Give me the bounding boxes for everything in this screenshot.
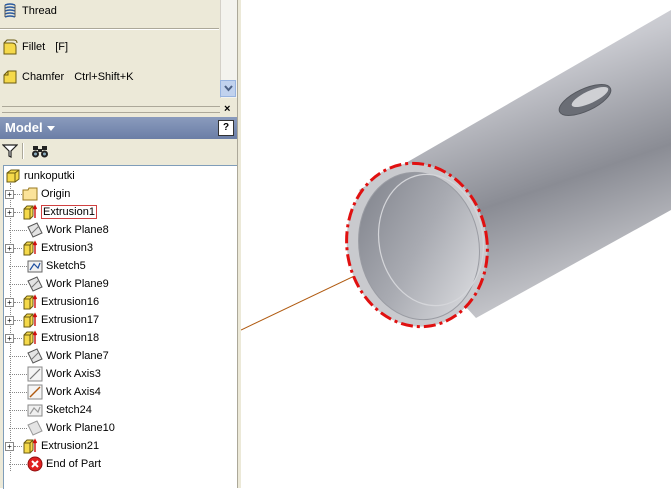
model-tree: runkoputki + Origin + Extrusion1 Work Pl…	[3, 165, 238, 489]
thread-icon	[4, 3, 16, 18]
fillet-tool[interactable]: Fillet [F]	[2, 37, 68, 57]
tree-item-label: Extrusion18	[41, 332, 100, 344]
tree-item-extrusion17[interactable]: + Extrusion17	[4, 311, 99, 329]
tree-item-workplane9[interactable]: Work Plane9	[4, 275, 109, 293]
part-icon	[6, 169, 20, 183]
tree-item-label: Sketch5	[46, 260, 86, 272]
tree-item-workplane7[interactable]: Work Plane7	[4, 347, 109, 365]
tree-item-origin[interactable]: + Origin	[4, 185, 70, 203]
tree-item-extrusion21[interactable]: + Extrusion21	[4, 437, 99, 455]
chevron-down-icon	[223, 85, 233, 92]
tube-model[interactable]	[240, 0, 671, 488]
tree-item-label: Work Plane7	[46, 350, 109, 362]
extrusion-icon	[23, 294, 38, 310]
tree-item-extrusion1[interactable]: + Extrusion1	[4, 203, 97, 221]
fillet-label: Fillet	[22, 41, 46, 53]
tree-item-workplane10[interactable]: Work Plane10	[4, 419, 115, 437]
expand-icon[interactable]: +	[5, 243, 14, 253]
tree-item-label: Work Plane10	[46, 422, 115, 434]
end-of-part-icon	[27, 456, 43, 472]
model-title[interactable]: Model	[5, 120, 43, 135]
expand-icon[interactable]: +	[5, 297, 14, 307]
extrusion-icon	[23, 204, 38, 220]
expand-icon[interactable]: +	[5, 441, 14, 451]
expand-icon[interactable]: +	[5, 189, 14, 199]
chamfer-tool[interactable]: Chamfer Ctrl+Shift+K	[2, 67, 134, 87]
tree-item-sketch5[interactable]: Sketch5	[4, 257, 86, 275]
toolbar-separator	[22, 143, 24, 159]
work-axis-icon	[27, 384, 43, 400]
chamfer-icon	[3, 70, 17, 84]
tool-separator	[0, 28, 219, 30]
browser-toolbar	[0, 140, 240, 164]
sketch-icon	[27, 404, 43, 417]
help-button[interactable]: ?	[218, 120, 234, 136]
thread-label: Thread	[22, 5, 57, 17]
fillet-icon	[3, 39, 18, 55]
thread-tool[interactable]: Thread	[2, 1, 57, 21]
tree-item-label: Sketch24	[46, 404, 92, 416]
folder-icon	[22, 187, 38, 201]
sketch-icon	[27, 260, 43, 273]
browser-panel: Thread Fillet [F] Chamfer Ctrl+Shift+K ×…	[0, 0, 240, 489]
extrusion-icon	[23, 312, 38, 328]
extrusion-icon	[23, 330, 38, 346]
filter-icon[interactable]	[2, 143, 18, 159]
model-header[interactable]: Model	[0, 117, 240, 139]
extrusion-icon	[23, 438, 38, 454]
work-plane-icon	[27, 222, 43, 238]
close-icon[interactable]: ×	[224, 103, 230, 115]
dropdown-caret-icon[interactable]	[47, 126, 55, 131]
tree-root-label: runkoputki	[24, 170, 75, 182]
tree-item-label: Work Plane8	[46, 224, 109, 236]
tree-item-sketch24[interactable]: Sketch24	[4, 401, 92, 419]
extrusion-icon	[23, 240, 38, 256]
tree-item-label: Work Axis3	[46, 368, 101, 380]
tree-item-extrusion18[interactable]: + Extrusion18	[4, 329, 99, 347]
binoculars-icon[interactable]	[31, 143, 49, 159]
work-plane-icon	[27, 420, 43, 436]
tree-item-label: Work Axis4	[46, 386, 101, 398]
tree-item-label: Origin	[41, 188, 71, 200]
expand-icon[interactable]: +	[5, 207, 14, 217]
tree-root[interactable]: runkoputki	[5, 167, 75, 185]
expand-icon[interactable]: +	[5, 315, 14, 325]
tree-item-workaxis3[interactable]: Work Axis3	[4, 365, 101, 383]
tree-item-label: Extrusion16	[41, 296, 100, 308]
tree-item-workaxis4[interactable]: Work Axis4	[4, 383, 101, 401]
tree-item-label: Work Plane9	[46, 278, 109, 290]
tree-item-label: Extrusion1	[41, 205, 97, 219]
tool-panel: Thread Fillet [F] Chamfer Ctrl+Shift+K	[0, 0, 220, 100]
work-plane-icon	[27, 276, 43, 292]
fillet-shortcut: [F]	[55, 41, 69, 53]
tree-item-label: Extrusion21	[41, 440, 100, 452]
tree-item-workplane8[interactable]: Work Plane8	[4, 221, 109, 239]
splitter-grip[interactable]	[2, 106, 220, 113]
scroll-down-button[interactable]	[220, 80, 236, 97]
work-axis-icon	[27, 366, 43, 382]
tree-item-label: Extrusion3	[41, 242, 93, 254]
chamfer-label: Chamfer	[22, 71, 65, 83]
chamfer-shortcut: Ctrl+Shift+K	[74, 71, 134, 83]
tree-item-label: End of Part	[46, 458, 102, 470]
work-plane-icon	[27, 348, 43, 364]
tree-item-extrusion3[interactable]: + Extrusion3	[4, 239, 93, 257]
expand-icon[interactable]: +	[5, 333, 14, 343]
tree-item-extrusion16[interactable]: + Extrusion16	[4, 293, 99, 311]
tree-item-end-of-part[interactable]: End of Part	[4, 455, 101, 473]
graphics-viewport[interactable]	[240, 0, 671, 488]
tree-item-label: Extrusion17	[41, 314, 100, 326]
